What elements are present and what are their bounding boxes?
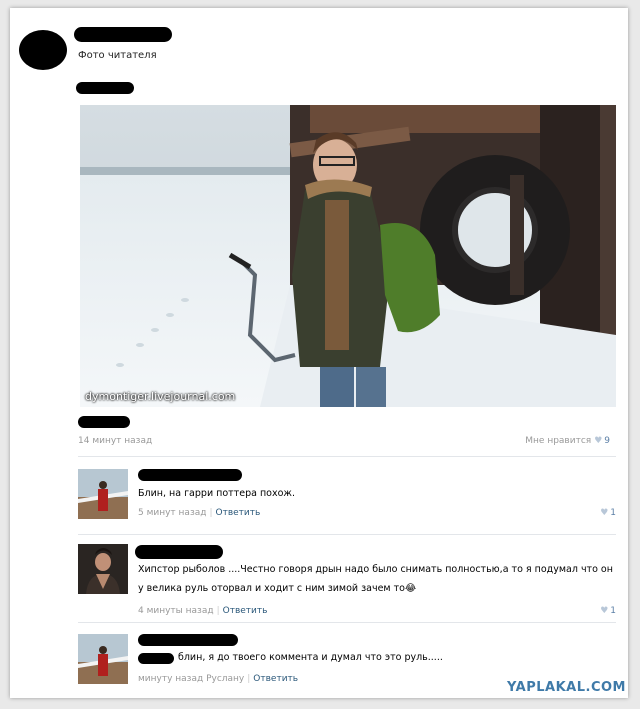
author-avatar-redacted (19, 30, 67, 70)
heart-icon: ♥ (600, 606, 609, 616)
heart-icon: ♥ (594, 436, 603, 446)
divider (78, 534, 616, 535)
like-button[interactable]: Мне нравится ♥ 9 (525, 436, 610, 446)
photo-image (80, 105, 616, 407)
post-card: Фото читателя dymontiger.livejournal.com… (10, 8, 628, 698)
reply-link[interactable]: Ответить (216, 508, 261, 518)
like-label: Мне нравится (525, 436, 592, 446)
divider (78, 622, 616, 623)
comment-like-button[interactable]: ♥ 1 (597, 508, 616, 518)
comment-meta: минуту назад Руслану | Ответить (138, 674, 299, 684)
comment-time[interactable]: 5 минут назад (138, 508, 206, 518)
comment-author-redacted[interactable] (138, 634, 238, 646)
comment-text-line2: у велика руль оторвал и ходит с ним зимо… (138, 583, 417, 594)
comment-avatar[interactable] (78, 544, 128, 594)
reply-link[interactable]: Ответить (223, 606, 268, 616)
comment-text-line1: Хипстор рыболов ....Честно говоря дрын н… (138, 564, 613, 575)
heart-icon: ♥ (600, 508, 609, 518)
comment-item: Хипстор рыболов ....Честно говоря дрын н… (78, 542, 616, 618)
comment-mention-redacted (138, 653, 174, 664)
comment-like-count: 1 (610, 508, 616, 518)
site-brand-watermark: YAPLAKAL.COM (507, 680, 626, 695)
like-count: 9 (604, 436, 610, 446)
post-photo[interactable]: dymontiger.livejournal.com (80, 105, 616, 407)
reply-link[interactable]: Ответить (253, 674, 298, 684)
comment-time[interactable]: 4 минуты назад (138, 606, 214, 616)
photo-watermark: dymontiger.livejournal.com (85, 390, 236, 403)
comment-author-redacted[interactable] (135, 545, 223, 559)
comment-avatar[interactable] (78, 634, 128, 684)
comment-meta: 4 минуты назад | Ответить (138, 606, 268, 616)
comment-text: блин, я до твоего коммента и думал что э… (178, 652, 443, 663)
comment-avatar[interactable] (78, 469, 128, 519)
comment-meta: 5 минут назад | Ответить (138, 508, 261, 518)
comment-author-redacted[interactable] (138, 469, 242, 481)
comment-text: Блин, на гарри поттера похож. (138, 488, 295, 499)
post-text-redacted (76, 82, 134, 94)
comment-time[interactable]: минуту назад Руслану (138, 674, 244, 684)
comment-like-count: 1 (610, 606, 616, 616)
author-name-redacted (74, 27, 172, 42)
comment-like-button[interactable]: ♥ 1 (597, 606, 616, 616)
post-subtitle: Фото читателя (78, 50, 157, 61)
divider (78, 456, 616, 457)
commenter-name-redacted (78, 416, 130, 428)
post-time[interactable]: 14 минут назад (78, 436, 152, 446)
comment-item: Блин, на гарри поттера похож. 5 минут на… (78, 468, 616, 528)
